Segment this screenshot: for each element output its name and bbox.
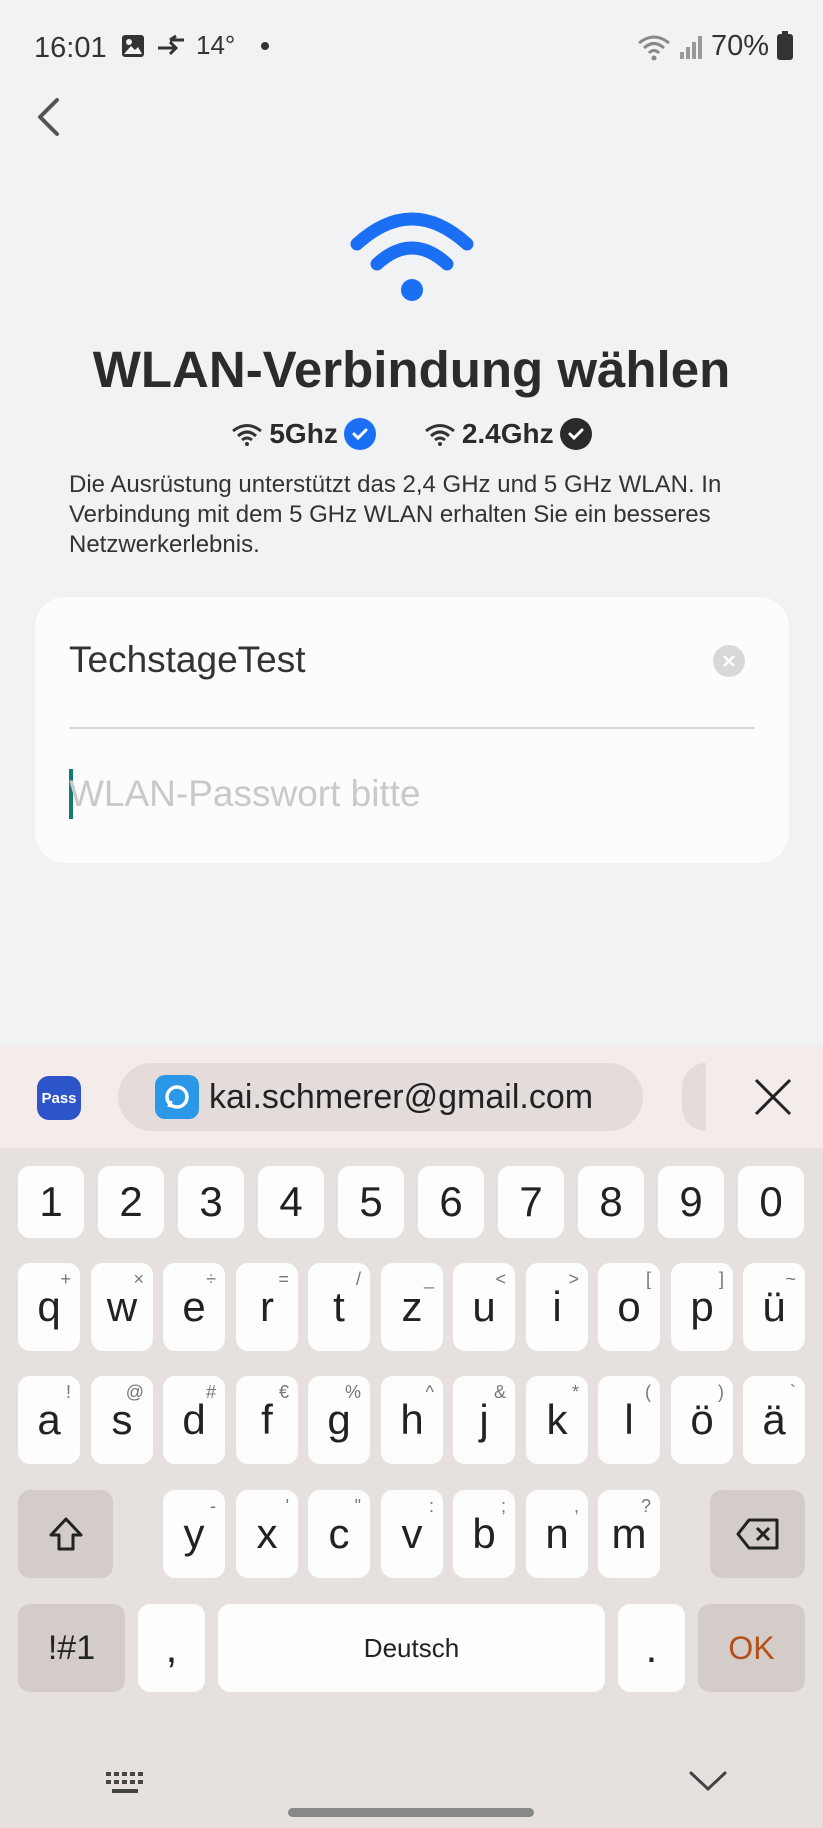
key-letter[interactable]: ? m [598, 1490, 660, 1578]
key-4[interactable]: 4 [258, 1166, 324, 1238]
divider [69, 727, 755, 729]
key-letter[interactable]: _ z [381, 1263, 443, 1351]
signal-icon [679, 35, 702, 59]
battery-percent: 70% [710, 30, 769, 62]
wifi-form-card: TechstageTest [35, 597, 789, 863]
key-letter[interactable]: * k [526, 1376, 588, 1464]
key-9[interactable]: 9 [658, 1166, 724, 1238]
band-indicators: 5Ghz 2.4Ghz [0, 418, 823, 450]
key-letter[interactable]: ,n [526, 1490, 588, 1578]
autofill-suggestion-chip[interactable]: kai.schmerer@gmail.com [118, 1063, 643, 1131]
ssid-field[interactable]: TechstageTest [69, 639, 306, 681]
clock: 16:01 [34, 32, 107, 64]
key-letter[interactable]: = r [236, 1263, 298, 1351]
keyboard-icon[interactable] [104, 1768, 148, 1798]
key-letter[interactable]: ~ ü [743, 1263, 805, 1351]
account-icon [155, 1075, 199, 1119]
symbols-key[interactable]: !#1 [18, 1604, 125, 1692]
key-letter[interactable]: ^ h [381, 1376, 443, 1464]
suggestion-text: kai.schmerer@gmail.com [209, 1077, 594, 1116]
key-letter[interactable]: × w [91, 1263, 153, 1351]
check-icon [343, 418, 376, 450]
key-letter[interactable]: (l [598, 1376, 660, 1464]
key-5[interactable]: 5 [338, 1166, 404, 1238]
battery-icon [777, 30, 793, 60]
next-suggestion-chip[interactable] [682, 1063, 706, 1131]
key-letter[interactable]: [o [598, 1263, 660, 1351]
temperature: 14° [196, 30, 236, 60]
clear-ssid-button[interactable] [713, 645, 745, 677]
key-letter[interactable]: > i [526, 1263, 588, 1351]
band-5ghz: 5Ghz [231, 418, 376, 450]
key-1[interactable]: 1 [18, 1166, 84, 1238]
key-letter[interactable]: € f [236, 1376, 298, 1464]
chevron-down-icon[interactable] [688, 1768, 728, 1794]
ok-key[interactable]: OK [698, 1604, 805, 1692]
key-letter[interactable]: & j [453, 1376, 515, 1464]
wifi-status-icon [638, 35, 670, 60]
key-letter[interactable]: + q [18, 1263, 80, 1351]
page-title: WLAN-Verbindung wählen [92, 341, 731, 398]
shift-icon [49, 1517, 82, 1551]
status-bar: 16:01 14° 70% [0, 0, 823, 96]
gallery-icon [122, 34, 144, 57]
close-icon [723, 655, 735, 667]
back-arrow-icon[interactable] [30, 92, 70, 142]
key-letter[interactable]: < u [453, 1263, 515, 1351]
backspace-icon [736, 1518, 778, 1550]
key-letter[interactable]: # d [163, 1376, 225, 1464]
samsung-pass-button[interactable]: Pass [37, 1076, 81, 1120]
key-letter[interactable]: :v [381, 1490, 443, 1578]
data-transfer-icon [158, 34, 184, 55]
key-letter[interactable]: ' x [236, 1490, 298, 1578]
key-letter[interactable]: / t [308, 1263, 370, 1351]
wifi-small-icon [232, 424, 263, 446]
band-2-4ghz: 2.4Ghz [424, 418, 592, 450]
shift-key[interactable] [18, 1490, 113, 1578]
key-letter[interactable]: ) ö [671, 1376, 733, 1464]
description: Die Ausrüstung unterstützt das 2,4 GHz u… [69, 471, 722, 558]
key-letter[interactable]: ; b [453, 1490, 515, 1578]
close-icon[interactable] [752, 1076, 794, 1118]
key-letter[interactable]: " c [308, 1490, 370, 1578]
key-0[interactable]: 0 [738, 1166, 804, 1238]
password-input[interactable] [69, 765, 755, 823]
key-letter[interactable]: -y [163, 1490, 225, 1578]
notification-dot [261, 41, 270, 50]
wifi-icon [350, 212, 474, 301]
period-key[interactable]: . [618, 1604, 685, 1692]
wifi-small-icon [424, 424, 455, 446]
key-letter[interactable]: % g [308, 1376, 370, 1464]
keyboard: 1 2 3 4 5 6 7 8 9 0 + q × w ÷ e = r / t _ z < u… [0, 1148, 823, 1828]
band-label: 2.4Ghz [461, 418, 554, 449]
keyboard-suggestion-bar: Pass kai.schmerer@gmail.com [0, 1046, 823, 1148]
key-letter[interactable]: ` ä [743, 1376, 805, 1464]
key-6[interactable]: 6 [418, 1166, 484, 1238]
space-key[interactable]: Deutsch [218, 1604, 605, 1692]
check-icon [559, 418, 592, 450]
navigation-bar [0, 1740, 823, 1828]
home-indicator[interactable] [288, 1808, 534, 1817]
key-7[interactable]: 7 [498, 1166, 564, 1238]
key-3[interactable]: 3 [178, 1166, 244, 1238]
comma-key[interactable]: , [138, 1604, 205, 1692]
key-letter[interactable]: ! a [18, 1376, 80, 1464]
backspace-key[interactable] [710, 1490, 805, 1578]
band-label: 5Ghz [269, 418, 338, 449]
key-2[interactable]: 2 [98, 1166, 164, 1238]
key-8[interactable]: 8 [578, 1166, 644, 1238]
key-letter[interactable]: ÷ e [163, 1263, 225, 1351]
key-letter[interactable]: @ s [91, 1376, 153, 1464]
key-letter[interactable]: ] p [671, 1263, 733, 1351]
